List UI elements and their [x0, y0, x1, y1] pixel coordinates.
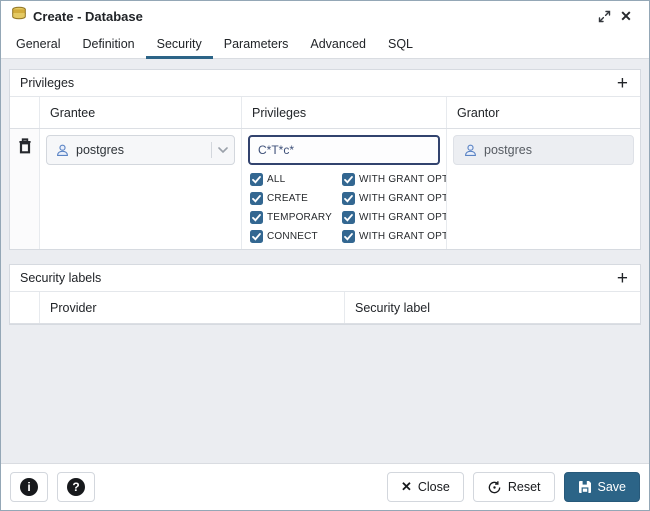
grant-option-label: WITH GRANT OPTION: [359, 231, 447, 242]
person-icon: [463, 143, 478, 158]
grantor-column-header: Grantor: [447, 97, 640, 128]
trash-icon: [18, 138, 32, 154]
close-button[interactable]: ✕ Close: [387, 472, 464, 502]
security-label-column-header: Security label: [345, 292, 640, 323]
dialog-tabbar: General Definition Security Parameters A…: [1, 31, 649, 59]
checkbox-checked-icon[interactable]: [342, 192, 355, 205]
tab-parameters[interactable]: Parameters: [213, 31, 300, 59]
save-floppy-icon: [578, 480, 592, 494]
reset-button-label: Reset: [508, 480, 541, 494]
person-icon: [55, 143, 70, 158]
grant-option-label: WITH GRANT OPTION: [359, 174, 447, 185]
tab-definition[interactable]: Definition: [71, 31, 145, 59]
help-icon: ?: [67, 478, 85, 496]
dialog-title: Create - Database: [33, 9, 143, 24]
privilege-create[interactable]: CREATE: [250, 192, 342, 205]
security-tab-content: Privileges + Grantee Privileges Grantor: [1, 59, 649, 463]
checkbox-checked-icon[interactable]: [250, 211, 263, 224]
checkbox-checked-icon[interactable]: [342, 230, 355, 243]
tool-column-header: [10, 97, 40, 128]
reset-icon: [487, 480, 502, 495]
chevron-down-icon: [218, 147, 228, 154]
security-labels-section-title: Security labels: [20, 271, 101, 285]
privileges-panel: Privileges + Grantee Privileges Grantor: [9, 69, 641, 250]
reset-button[interactable]: Reset: [473, 472, 555, 502]
privileges-column-header: Privileges: [242, 97, 447, 128]
checkbox-checked-icon[interactable]: [250, 173, 263, 186]
save-button[interactable]: Save: [564, 472, 641, 502]
privilege-all[interactable]: ALL: [250, 173, 342, 186]
grant-option-label: WITH GRANT OPTION: [359, 193, 447, 204]
grantor-cell: postgres: [447, 129, 640, 249]
expand-icon[interactable]: [593, 5, 615, 27]
close-icon[interactable]: ✕: [615, 5, 637, 27]
titlebar: Create - Database ✕: [1, 1, 649, 31]
row-tool-cell: [10, 129, 40, 249]
grantor-value: postgres: [484, 143, 532, 157]
privilege-table-row: postgres: [10, 129, 640, 249]
security-labels-table-header: Provider Security label: [10, 292, 640, 324]
grant-option-label: WITH GRANT OPTION: [359, 212, 447, 223]
dialog-footer: i ? ✕ Close Reset Save: [1, 463, 649, 510]
privilege-temporary[interactable]: TEMPORARY: [250, 211, 342, 224]
privilege-temporary-grant-option[interactable]: WITH GRANT OPTION: [342, 211, 447, 224]
save-button-label: Save: [598, 480, 627, 494]
checkbox-checked-icon[interactable]: [250, 192, 263, 205]
tool-column-header: [10, 292, 40, 323]
tab-general[interactable]: General: [5, 31, 71, 59]
privilege-label: TEMPORARY: [267, 212, 332, 223]
security-labels-panel-header: Security labels +: [10, 265, 640, 292]
grantee-select-value: postgres: [55, 143, 205, 158]
privileges-table-header: Grantee Privileges Grantor: [10, 97, 640, 129]
security-labels-panel: Security labels + Provider Security labe…: [9, 264, 641, 325]
privilege-all-grant-option[interactable]: WITH GRANT OPTION: [342, 173, 447, 186]
privilege-connect[interactable]: CONNECT: [250, 230, 342, 243]
privileges-section-title: Privileges: [20, 76, 74, 90]
grantee-select-label: postgres: [76, 143, 124, 157]
tab-sql[interactable]: SQL: [377, 31, 424, 59]
database-icon: [11, 6, 27, 27]
checkbox-checked-icon[interactable]: [250, 230, 263, 243]
privilege-create-grant-option[interactable]: WITH GRANT OPTION: [342, 192, 447, 205]
delete-row-button[interactable]: [18, 138, 32, 156]
info-icon: i: [20, 478, 38, 496]
create-database-dialog: Create - Database ✕ General Definition S…: [0, 0, 650, 511]
privilege-label: ALL: [267, 174, 285, 185]
privilege-checkbox-grid: ALL WITH GRANT OPTION CRE: [250, 173, 440, 243]
privileges-cell: ALL WITH GRANT OPTION CRE: [242, 129, 447, 249]
grantor-field: postgres: [453, 135, 634, 165]
help-button[interactable]: ?: [57, 472, 95, 502]
grantee-column-header: Grantee: [40, 97, 242, 128]
checkbox-checked-icon[interactable]: [342, 211, 355, 224]
select-separator: [211, 142, 212, 158]
tab-advanced[interactable]: Advanced: [299, 31, 377, 59]
privileges-input[interactable]: [248, 135, 440, 165]
privilege-label: CREATE: [267, 193, 308, 204]
info-button[interactable]: i: [10, 472, 48, 502]
close-x-icon: ✕: [401, 479, 412, 495]
tab-security[interactable]: Security: [146, 31, 213, 59]
provider-column-header: Provider: [40, 292, 345, 323]
close-button-label: Close: [418, 480, 450, 494]
privileges-panel-header: Privileges +: [10, 70, 640, 97]
add-security-label-button[interactable]: +: [615, 269, 630, 288]
privilege-connect-grant-option[interactable]: WITH GRANT OPTION: [342, 230, 447, 243]
grantee-cell: postgres: [40, 129, 242, 249]
add-privilege-button[interactable]: +: [615, 74, 630, 93]
privilege-label: CONNECT: [267, 231, 318, 242]
grantee-select[interactable]: postgres: [46, 135, 235, 165]
checkbox-checked-icon[interactable]: [342, 173, 355, 186]
